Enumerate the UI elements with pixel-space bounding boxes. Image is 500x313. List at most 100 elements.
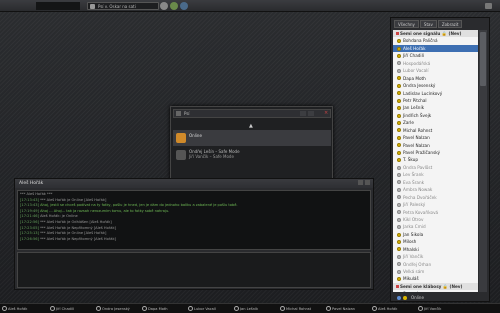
contact-item[interactable]: Petra Kovaříková (393, 209, 478, 216)
contact-item[interactable]: Pavel Pražičanský (393, 149, 478, 156)
status-icon (176, 133, 186, 143)
list-item[interactable]: Online (173, 130, 331, 146)
taskbar-contact-item[interactable]: Jiří Chadilí (50, 306, 74, 311)
message-timestamp: [17:13:43] (20, 203, 39, 208)
status-icon[interactable] (403, 295, 407, 300)
contact-label: Bohdana Paličná (403, 38, 438, 44)
contact-item[interactable]: Bohdana Paličná (393, 37, 478, 44)
contact-item[interactable]: Jiří Paleský (393, 201, 478, 208)
status-selector[interactable]: Online (411, 295, 424, 300)
contact-item[interactable]: Ondřej Orhan (393, 261, 478, 268)
contact-item[interactable]: Ambra Nowak (393, 186, 478, 193)
menu-button[interactable] (358, 180, 363, 185)
menu-icon[interactable] (397, 295, 401, 300)
contact-item[interactable]: Zarle (393, 119, 478, 126)
contact-item[interactable]: Jiří Chadilí (393, 52, 478, 59)
taskbar-contact-item[interactable]: Aleš Hořák (2, 306, 27, 311)
contact-status-icon (2, 306, 7, 311)
contact-item[interactable]: Milosh (393, 238, 478, 245)
taskbar-contact-item[interactable]: Aleš Hořák (372, 306, 397, 311)
contact-label: Kikl Otrov (403, 216, 424, 222)
contact-label: Pavel Nalzan (403, 135, 430, 141)
tab-all[interactable]: Všechny (394, 20, 419, 28)
contact-scrollbar[interactable] (479, 30, 487, 292)
status-icon (397, 76, 401, 81)
contact-item[interactable]: Pecha Dvořáček (393, 194, 478, 201)
contact-item[interactable]: Jiří Vančík (393, 253, 478, 260)
contact-item[interactable]: Mhalski (393, 246, 478, 253)
panel-app-icon[interactable] (180, 2, 188, 10)
taskbar-contact-item[interactable]: Dapa Moth (142, 306, 168, 311)
contact-item[interactable]: T. Škup (393, 156, 478, 163)
panel-launcher[interactable] (36, 2, 80, 10)
status-icon (397, 262, 401, 267)
contact-status-icon (418, 306, 423, 311)
tab-view[interactable]: Zobrazit (437, 20, 463, 28)
menu-button[interactable] (308, 111, 314, 116)
message-input[interactable] (17, 252, 371, 288)
contact-item[interactable]: Petr Pitchal (393, 97, 478, 104)
message-text: *** Aleš Hořák je Online [Aleš Hořák] (38, 231, 107, 236)
contact-item[interactable]: Jan Lešník (393, 104, 478, 111)
panel-app-icon[interactable] (170, 2, 178, 10)
message-timestamp: [17:23:05] (20, 225, 39, 230)
status-icon (397, 113, 401, 118)
taskbar-contact-item[interactable]: Pavel Nalzan (326, 306, 355, 311)
scrollbar-thumb[interactable] (480, 32, 486, 86)
taskbar-contact-item[interactable]: Lubor Vacalí (188, 306, 216, 311)
contact-label: Jan Lešník (403, 105, 425, 111)
contact-item[interactable]: Jan Sikola (393, 231, 478, 238)
contact-label: Pavel Pražičanský (403, 150, 441, 155)
contact-item[interactable]: Dapa Moth (393, 75, 478, 82)
contact-item[interactable]: Aleš Hořák (393, 44, 478, 53)
chat-titlebar: Aleš Hořák (15, 179, 373, 188)
close-icon[interactable]: × (324, 110, 328, 116)
taskbar-window-button[interactable]: Psí v. Oskar na sati (87, 2, 159, 10)
item-label: Online (189, 133, 202, 138)
contact-item[interactable]: Mikuláš (393, 275, 478, 282)
contact-item[interactable]: Semerin (393, 290, 478, 292)
status-icon (397, 158, 401, 163)
dropdown-button[interactable] (300, 111, 306, 116)
contact-group-header[interactable]: Semi one klábosy 🔒 (Nev) (393, 282, 478, 291)
status-icon (397, 202, 401, 207)
status-icon (397, 195, 401, 200)
contact-item[interactable]: Jarka Cmid (393, 223, 478, 230)
taskbar-contact-item[interactable]: Jiří Vančík (418, 306, 441, 311)
taskbar-contact-label: Aleš Hořák (378, 306, 398, 311)
taskbar-contact-item[interactable]: Jan Lešník (234, 306, 258, 311)
panel-app-icon[interactable] (160, 2, 168, 10)
contact-item[interactable]: Hospodářská (393, 60, 478, 67)
contact-item[interactable]: Velká sám (393, 268, 478, 275)
contact-item[interactable]: Ondra Jesenský (393, 82, 478, 89)
contact-item[interactable]: Pavel Nalzan (393, 134, 478, 141)
contact-item[interactable]: Lev Šrank (393, 171, 478, 178)
tab-status[interactable]: Stav (419, 20, 437, 28)
chat-log: *** Aleš Hořák *** [17:13:43] *** Aleš Ho… (17, 190, 371, 250)
taskbar-contact-item[interactable]: Ondra Jesenský (96, 306, 130, 311)
taskbar-contact-label: Ondra Jesenský (102, 306, 130, 311)
status-icon (397, 187, 401, 192)
close-button[interactable] (365, 180, 370, 185)
contact-label: Eva Šrank (403, 179, 425, 185)
bottom-taskbar: Aleš Hořák Jiří Chadilí Ondra Jesenský Dapa… (0, 303, 500, 313)
status-icon (397, 68, 401, 73)
contact-item[interactable]: Michal Rohnst (393, 127, 478, 134)
contact-label: Mikuláš (403, 276, 419, 282)
contact-group-header[interactable]: Semi one signálu 🔒 (Nev) (393, 30, 478, 38)
taskbar-contact-label: Aleš Hořák (8, 306, 28, 311)
contact-item[interactable]: Eva Šrank (393, 179, 478, 186)
contact-item[interactable]: Ladislav Lucínkový (393, 90, 478, 97)
status-icon (397, 106, 401, 111)
status-bar: Online (393, 294, 487, 301)
tray-icon[interactable] (485, 3, 492, 9)
contact-item[interactable]: Ondra Pavlůst (393, 164, 478, 171)
contact-item[interactable]: Kikl Otrov (393, 216, 478, 223)
contact-item[interactable]: Lubor Vacalí (393, 67, 478, 74)
contact-item[interactable]: Pavel Nalzan (393, 142, 478, 149)
contact-item[interactable]: Jindřich Švejk (393, 112, 478, 119)
item-subtitle: Jiří Vančík – Safe Mode (189, 154, 234, 159)
chevron-up-icon[interactable]: ▲ (249, 123, 253, 129)
list-item[interactable]: Ondřej Lešín – Safe Mode Jiří Vančík – S… (173, 147, 331, 163)
taskbar-contact-item[interactable]: Michal Rohnst (280, 306, 311, 311)
